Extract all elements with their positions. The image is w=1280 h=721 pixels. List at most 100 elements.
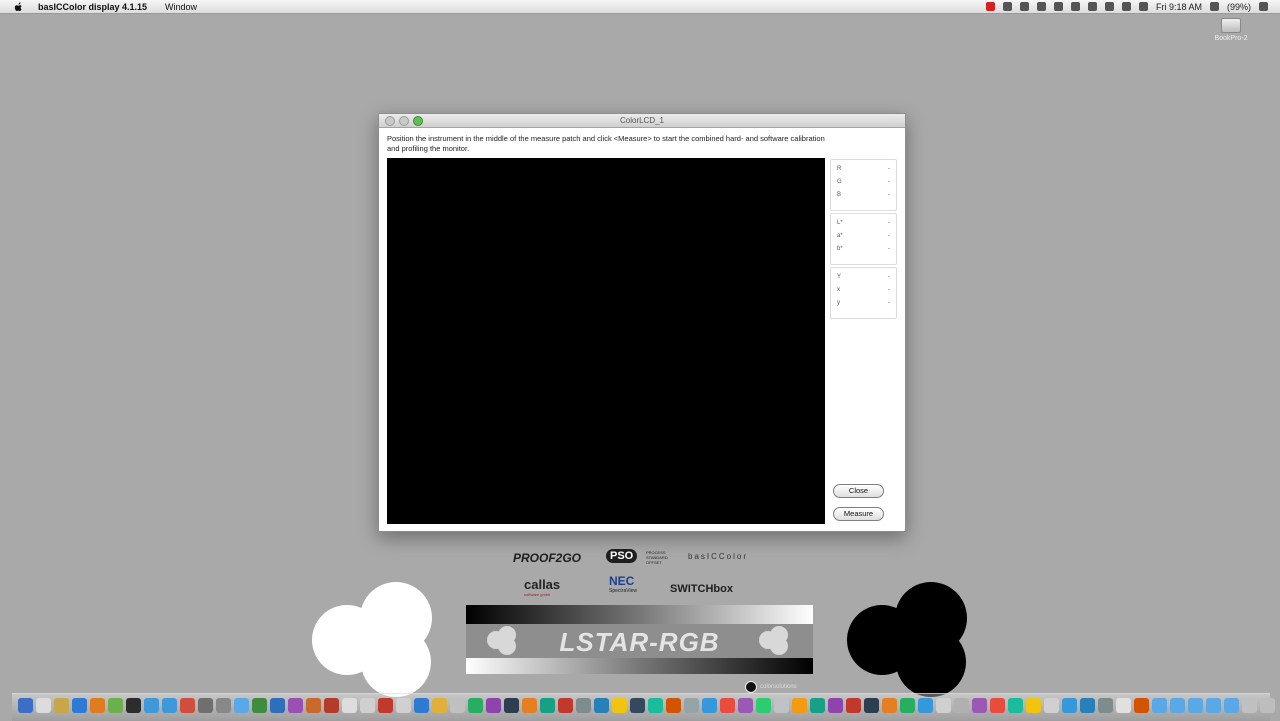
dock-app-icon[interactable] (846, 698, 861, 713)
dock-app-icon[interactable] (756, 698, 771, 713)
dock-app-icon[interactable] (324, 698, 339, 713)
desktop-drive[interactable]: BookPro-2 (1204, 18, 1258, 42)
dock-app-icon[interactable] (396, 698, 411, 713)
dock-app-icon[interactable] (1098, 698, 1113, 713)
dock-app-icon[interactable] (216, 698, 231, 713)
clock[interactable]: Fri 9:18 AM (1156, 2, 1202, 12)
dock-app-icon[interactable] (1134, 698, 1149, 713)
dock-app-icon[interactable] (504, 698, 519, 713)
dock-app-icon[interactable] (828, 698, 843, 713)
dock-app-icon[interactable] (18, 698, 33, 713)
dock-app-icon[interactable] (612, 698, 627, 713)
measure-button[interactable]: Measure (833, 507, 884, 521)
window-menu[interactable]: Window (165, 2, 197, 12)
dock-app-icon[interactable] (936, 698, 951, 713)
dock-app-icon[interactable] (1260, 698, 1275, 713)
dock-app-icon[interactable] (1008, 698, 1023, 713)
dock-app-icon[interactable] (1080, 698, 1095, 713)
dock-app-icon[interactable] (414, 698, 429, 713)
hard-drive-icon (1221, 18, 1241, 33)
dock-app-icon[interactable] (378, 698, 393, 713)
dock-app-icon[interactable] (1206, 698, 1221, 713)
dock-app-icon[interactable] (72, 698, 87, 713)
dock-app-icon[interactable] (918, 698, 933, 713)
dock-app-icon[interactable] (1242, 698, 1257, 713)
callas-logo: callas (524, 577, 561, 592)
apple-menu-icon[interactable] (14, 1, 26, 12)
dock-app-icon[interactable] (90, 698, 105, 713)
measure-patch (387, 158, 825, 524)
spotlight-icon[interactable] (1259, 2, 1268, 11)
volume-icon[interactable] (1138, 2, 1148, 11)
dock-app-icon[interactable] (288, 698, 303, 713)
dock-app-icon[interactable] (306, 698, 321, 713)
readout-label: b* (837, 246, 843, 252)
dock-app-icon[interactable] (342, 698, 357, 713)
dock-app-icon[interactable] (738, 698, 753, 713)
dock-app-icon[interactable] (522, 698, 537, 713)
pso-logo: PSO (606, 549, 638, 563)
tool-icon[interactable] (1002, 2, 1012, 11)
bluetooth-icon[interactable] (1087, 2, 1097, 11)
flag-icon[interactable] (1121, 2, 1131, 11)
dock-app-icon[interactable] (576, 698, 591, 713)
display-icon[interactable] (1036, 2, 1046, 11)
dock-app-icon[interactable] (666, 698, 681, 713)
dock-app-icon[interactable] (252, 698, 267, 713)
close-window-icon[interactable] (385, 116, 395, 126)
dock-app-icon[interactable] (234, 698, 249, 713)
dock-app-icon[interactable] (162, 698, 177, 713)
dock-app-icon[interactable] (1116, 698, 1131, 713)
dock-app-icon[interactable] (810, 698, 825, 713)
dock-app-icon[interactable] (702, 698, 717, 713)
dock-app-icon[interactable] (972, 698, 987, 713)
dock-app-icon[interactable] (270, 698, 285, 713)
time-machine-icon[interactable] (1070, 2, 1080, 11)
dock-app-icon[interactable] (648, 698, 663, 713)
title-bar[interactable]: ColorLCD_1 (379, 114, 905, 128)
dock-app-icon[interactable] (990, 698, 1005, 713)
zoom-window-icon[interactable] (413, 116, 423, 126)
app-menu[interactable]: basICColor display 4.1.15 (38, 2, 147, 12)
dock-app-icon[interactable] (630, 698, 645, 713)
dock-app-icon[interactable] (180, 698, 195, 713)
dock-app-icon[interactable] (450, 698, 465, 713)
dock-app-icon[interactable] (720, 698, 735, 713)
readout-value: - (888, 246, 890, 252)
dock-app-icon[interactable] (468, 698, 483, 713)
wifi-icon[interactable] (1104, 2, 1114, 11)
dock-app-icon[interactable] (1026, 698, 1041, 713)
close-button[interactable]: Close (833, 484, 884, 498)
airplay-icon[interactable] (1053, 2, 1063, 11)
dock-app-icon[interactable] (108, 698, 123, 713)
dock-app-icon[interactable] (1044, 698, 1059, 713)
dock-app-icon[interactable] (432, 698, 447, 713)
dock-app-icon[interactable] (198, 698, 213, 713)
dock-app-icon[interactable] (882, 698, 897, 713)
dock-app-icon[interactable] (486, 698, 501, 713)
dock-app-icon[interactable] (684, 698, 699, 713)
dock-app-icon[interactable] (864, 698, 879, 713)
dock-app-icon[interactable] (954, 698, 969, 713)
dock-app-icon[interactable] (1170, 698, 1185, 713)
dock-app-icon[interactable] (126, 698, 141, 713)
record-icon[interactable] (985, 2, 995, 11)
dock-app-icon[interactable] (1188, 698, 1203, 713)
dock-app-icon[interactable] (558, 698, 573, 713)
dock-app-icon[interactable] (774, 698, 789, 713)
minimize-window-icon[interactable] (399, 116, 409, 126)
sync-icon[interactable] (1019, 2, 1029, 11)
dock-app-icon[interactable] (36, 698, 51, 713)
credit-text: colorsolutions (760, 684, 797, 690)
dock-app-icon[interactable] (900, 698, 915, 713)
dock-app-icon[interactable] (594, 698, 609, 713)
dock-app-icon[interactable] (54, 698, 69, 713)
dock-app-icon[interactable] (360, 698, 375, 713)
dock-app-icon[interactable] (1224, 698, 1239, 713)
dock-app-icon[interactable] (792, 698, 807, 713)
dock-app-icon[interactable] (540, 698, 555, 713)
battery-icon[interactable] (1209, 2, 1219, 11)
dock-app-icon[interactable] (1062, 698, 1077, 713)
dock-app-icon[interactable] (144, 698, 159, 713)
dock-app-icon[interactable] (1152, 698, 1167, 713)
